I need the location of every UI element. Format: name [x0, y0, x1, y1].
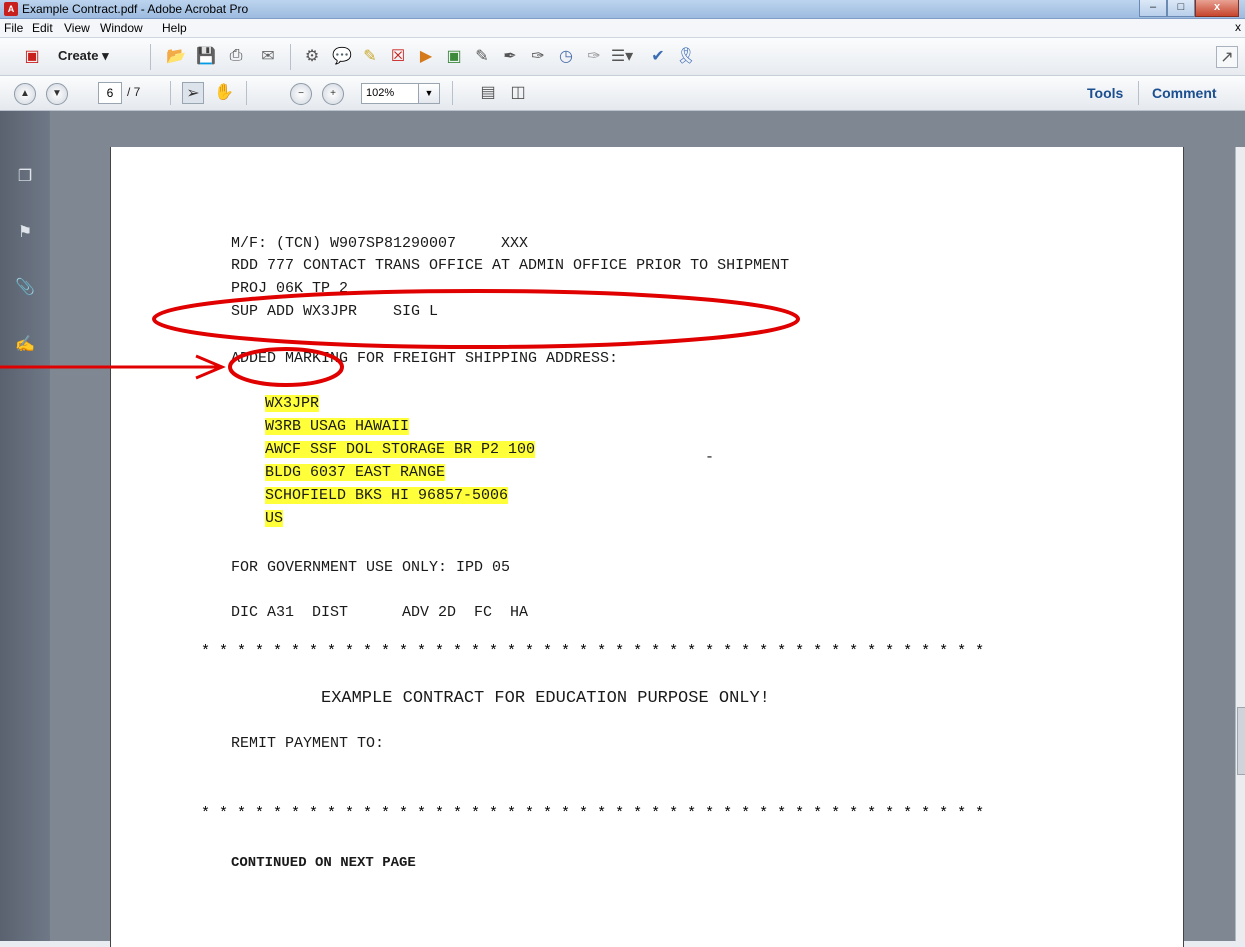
fit-page-icon[interactable]: ▤	[478, 82, 498, 102]
create-pdf-icon[interactable]: ▣	[22, 46, 42, 66]
minimize-button[interactable]: –	[1139, 0, 1167, 17]
next-page-icon[interactable]: ▼	[46, 83, 68, 105]
form-tool-icon[interactable]: ☰▾	[611, 46, 633, 66]
sign-icon[interactable]: ✑	[528, 46, 548, 66]
menu-edit[interactable]: Edit	[32, 21, 53, 35]
ribbon-award-icon[interactable]: 🎗	[676, 46, 696, 66]
government-use-line: FOR GOVERNMENT USE ONLY: IPD 05	[231, 559, 511, 576]
highlighted-text: US	[265, 510, 284, 527]
previous-page-icon[interactable]: ▲	[14, 83, 36, 105]
doc-line-proj: PROJ 06K TP 2	[231, 280, 349, 297]
window-controls: – □ x	[1139, 0, 1239, 17]
star-divider: * * * * * * * * * * * * * * * * * * * * …	[201, 805, 985, 822]
address-line: BLDG 6037 EAST RANGE	[265, 464, 446, 481]
menu-window[interactable]: Window	[100, 21, 143, 35]
title-bar: A Example Contract.pdf - Adobe Acrobat P…	[0, 0, 1245, 19]
edit-document-icon[interactable]: ✎	[472, 46, 492, 66]
highlighted-text: AWCF SSF DOL STORAGE BR P2 100	[265, 441, 536, 458]
menu-view[interactable]: View	[64, 21, 90, 35]
extract-page-icon[interactable]: ▣	[444, 46, 464, 66]
signatures-icon[interactable]: ✍	[14, 333, 36, 355]
email-icon[interactable]: ✉	[258, 46, 278, 66]
settings-gear-icon[interactable]: ⚙	[302, 46, 322, 66]
star-divider: * * * * * * * * * * * * * * * * * * * * …	[201, 643, 985, 660]
address-line: WX3JPR	[265, 395, 320, 412]
navigation-toolbar: ▲ ▼ 6 / 7 ➢ ✋ − + 102% ▼ ▤ ◫ Tools Comme…	[0, 76, 1245, 111]
navigation-panel: ❐ ⚑ 📎 ✍	[0, 111, 50, 941]
insert-page-icon[interactable]: ▶	[416, 46, 436, 66]
open-folder-icon[interactable]: 📂	[166, 46, 186, 66]
comment-pane-link[interactable]: Comment	[1152, 85, 1217, 101]
menu-help[interactable]: Help	[162, 21, 187, 35]
sticky-note-icon[interactable]: ✎	[360, 46, 380, 66]
dic-line: DIC A31 DIST ADV 2D FC HA	[231, 604, 529, 621]
zoom-dropdown-chevron-down-icon[interactable]: ▼	[418, 83, 440, 104]
doc-line-sup-add: SUP ADD WX3JPR SIG L	[231, 303, 439, 320]
page-total-label: / 7	[127, 85, 141, 99]
window-title: Example Contract.pdf - Adobe Acrobat Pro	[22, 2, 249, 16]
scrollbar-thumb[interactable]	[1237, 707, 1245, 775]
create-button[interactable]: Create ▾	[58, 48, 109, 64]
toolbar-divider	[246, 81, 247, 105]
comment-bubble-icon[interactable]: 💬	[332, 46, 352, 66]
address-line: SCHOFIELD BKS HI 96857-5006	[265, 487, 509, 504]
doc-line-mf: M/F: (TCN) W907SP81290007 XXX	[231, 235, 529, 252]
clock-document-icon[interactable]: ◷	[556, 46, 576, 66]
hand-tool-icon[interactable]: ✋	[214, 82, 234, 102]
toolbar-divider	[290, 44, 291, 70]
education-notice: EXAMPLE CONTRACT FOR EDUCATION PURPOSE O…	[321, 689, 770, 708]
disabled-sign-icon: ✑	[587, 48, 601, 65]
close-document-button[interactable]: x	[1235, 20, 1241, 34]
tools-pane-link[interactable]: Tools	[1087, 85, 1123, 101]
zoom-in-icon[interactable]: +	[322, 83, 344, 105]
acrobat-app-icon: A	[4, 2, 18, 16]
fit-width-icon[interactable]: ◫	[508, 82, 528, 102]
document-view: M/F: (TCN) W907SP81290007 XXX RDD 777 CO…	[50, 111, 1245, 947]
highlighted-text: W3RB USAG HAWAII	[265, 418, 410, 435]
main-toolbar: ▣ Create ▾ 📂 💾 ⎙ ✉ ⚙ 💬 ✎ ☒ ▶ ▣ ✎ ✒ ✑ ◷ ✑…	[0, 38, 1245, 76]
address-line: W3RB USAG HAWAII	[265, 418, 410, 435]
vertical-scrollbar[interactable]	[1235, 147, 1245, 941]
menu-file[interactable]: File	[4, 21, 23, 35]
zoom-level-input[interactable]: 102%	[361, 83, 421, 104]
toolbar-divider	[452, 81, 453, 105]
toolbar-divider	[150, 44, 151, 70]
print-icon[interactable]: ⎙	[226, 46, 246, 66]
expand-icon[interactable]: ↗	[1216, 46, 1238, 68]
stray-dash-mark: -	[705, 449, 715, 466]
close-button[interactable]: x	[1195, 0, 1239, 17]
highlighted-text: SCHOFIELD BKS HI 96857-5006	[265, 487, 509, 504]
highlighted-text: BLDG 6037 EAST RANGE	[265, 464, 446, 481]
delete-page-icon[interactable]: ☒	[388, 46, 408, 66]
continued-notice: CONTINUED ON NEXT PAGE	[231, 855, 416, 871]
save-icon[interactable]: 💾	[196, 46, 216, 66]
remit-payment-label: REMIT PAYMENT TO:	[231, 735, 385, 752]
address-line: AWCF SSF DOL STORAGE BR P2 100	[265, 441, 536, 458]
pdf-page: M/F: (TCN) W907SP81290007 XXX RDD 777 CO…	[110, 147, 1184, 947]
added-marking-heading: ADDED MARKING FOR FREIGHT SHIPPING ADDRE…	[231, 350, 619, 367]
page-number-input[interactable]: 6	[98, 82, 122, 104]
highlighted-text: WX3JPR	[265, 395, 320, 412]
attachments-paperclip-icon[interactable]: 📎	[14, 276, 36, 298]
doc-line-rdd: RDD 777 CONTACT TRANS OFFICE AT ADMIN OF…	[231, 257, 790, 274]
toolbar-divider	[170, 81, 171, 105]
menu-bar: File Edit View Window Help x	[0, 19, 1245, 38]
address-line: US	[265, 510, 284, 527]
page-thumbnails-icon[interactable]: ❐	[14, 165, 36, 187]
pen-icon[interactable]: ✒	[500, 46, 520, 66]
select-cursor-icon[interactable]: ➢	[182, 82, 204, 104]
toolbar-divider	[1138, 81, 1139, 105]
certify-icon[interactable]: ✔	[648, 46, 668, 66]
zoom-out-icon[interactable]: −	[290, 83, 312, 105]
maximize-button[interactable]: □	[1167, 0, 1195, 17]
bookmarks-icon[interactable]: ⚑	[14, 221, 36, 243]
